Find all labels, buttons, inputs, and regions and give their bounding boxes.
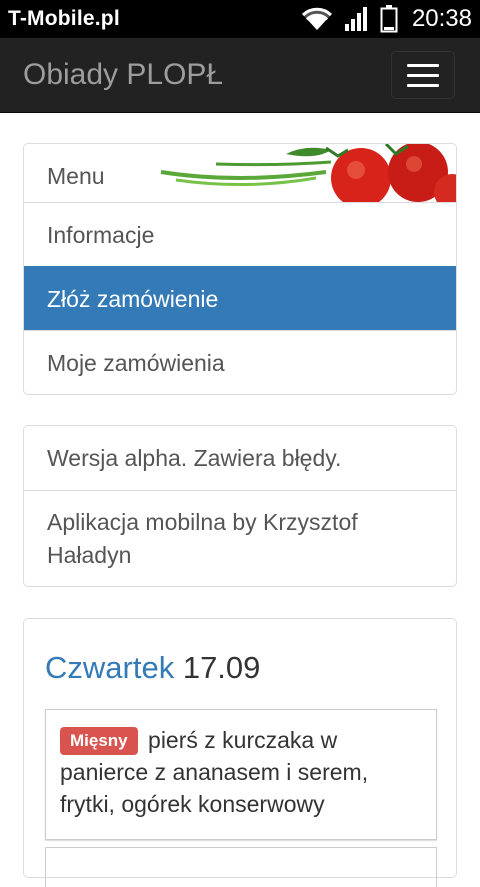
version-notice: Wersja alpha. Zawiera błędy. [47, 445, 342, 471]
day-heading: Czwartek 17.09 [45, 650, 260, 686]
carrier-name: T-Mobile.pl [8, 7, 120, 30]
status-time: 20:38 [411, 5, 472, 32]
signal-icon [344, 7, 367, 31]
hamburger-menu-button[interactable] [391, 51, 455, 99]
info-panel: Wersja alpha. Zawiera błędy. Aplikacja m… [23, 425, 457, 587]
menu-item-place-order[interactable]: Złóż zamówienie [24, 266, 456, 330]
navbar-brand[interactable]: Obiady PLOPŁ [23, 58, 223, 92]
main-menu: Menu Informacje Złóż zamówienie Moje zam… [23, 143, 457, 395]
hamburger-menu-icon [407, 63, 439, 67]
dish-option[interactable] [45, 847, 437, 887]
dish-option[interactable]: Mięsny pierś z kurczaka w panierce z ana… [45, 709, 437, 840]
day-panel: Czwartek 17.09 Mięsny pierś z kurczaka w… [23, 618, 457, 887]
status-icons: 20:38 [300, 4, 472, 34]
day-date: 17.09 [182, 650, 261, 685]
menu-header: Menu [24, 144, 456, 202]
author-credit: Aplikacja mobilna by Krzysztof Haładyn [24, 490, 456, 586]
day-name: Czwartek [45, 650, 175, 685]
wifi-icon [301, 7, 332, 31]
menu-item-informacje[interactable]: Informacje [24, 202, 456, 266]
navbar: Obiady PLOPŁ [0, 38, 480, 113]
hamburger-menu-icon [407, 83, 439, 87]
menu-header-label: Menu [47, 163, 105, 189]
vegetables-banner-image [160, 144, 456, 202]
battery-icon [380, 5, 398, 33]
meat-badge: Mięsny [60, 727, 138, 755]
status-bar: T-Mobile.pl 20:38 [0, 0, 480, 38]
menu-item-my-orders[interactable]: Moje zamówienia [24, 330, 456, 394]
hamburger-menu-icon [407, 73, 439, 77]
